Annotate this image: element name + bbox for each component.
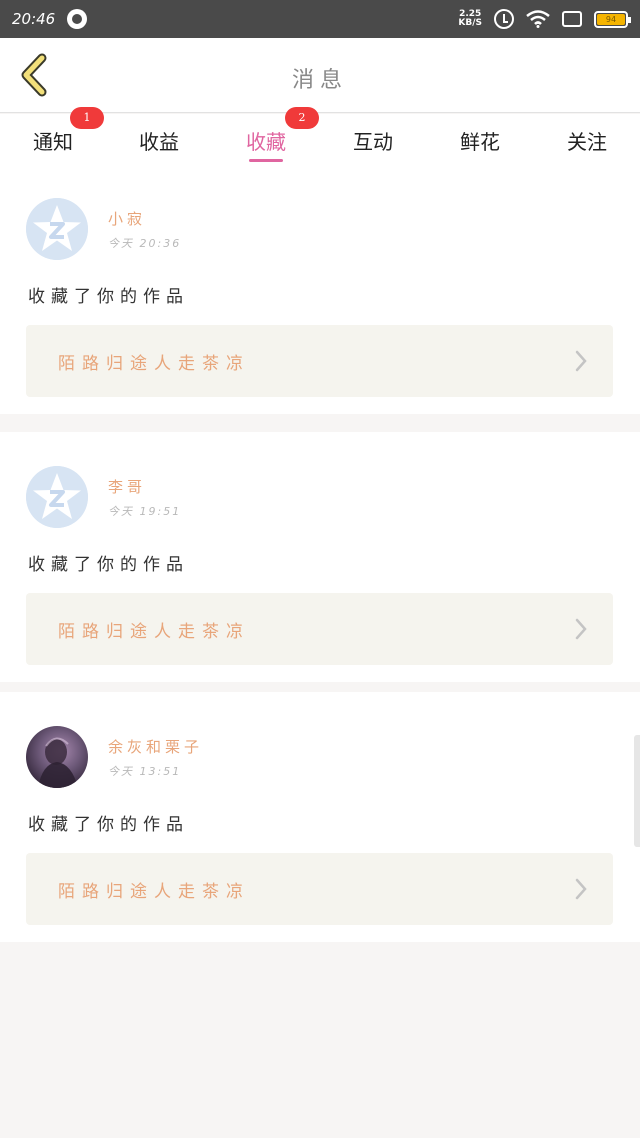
app-header: 消息 [0,38,640,113]
tab-bar: 通知 1 收益 收藏 2 互动 鲜花 关注 [0,107,640,164]
network-speed: 2.25 KB/S [458,10,482,28]
user-photo-icon [38,737,78,788]
work-title: 陌路归途人走茶凉 [58,882,250,902]
chevron-right-icon [575,350,587,372]
wifi-icon [526,10,550,28]
tab-label: 关注 [567,130,607,154]
action-text: 收藏了你的作品 [28,555,189,575]
tab-favorites[interactable]: 收藏 2 [213,107,319,164]
screen-icon [562,11,582,27]
status-bar: 20:46 2.25 KB/S 94 [0,0,640,38]
message-card: 小寂 今天 20:36 收藏了你的作品 陌路归途人走茶凉 [0,164,640,414]
user-name[interactable]: 小寂 [108,208,146,229]
tab-earnings[interactable]: 收益 [106,114,212,164]
scrollbar[interactable] [634,735,640,847]
battery-level: 94 [597,13,625,25]
work-title: 陌路归途人走茶凉 [58,622,250,642]
message-card: 余灰和栗子 今天 13:51 收藏了你的作品 陌路归途人走茶凉 [0,692,640,942]
work-link[interactable]: 陌路归途人走茶凉 [26,593,613,665]
message-card: 李哥 今天 19:51 收藏了你的作品 陌路归途人走茶凉 [0,432,640,682]
page-title: 消息 [291,68,348,93]
user-name[interactable]: 李哥 [108,476,146,497]
tab-flowers[interactable]: 鲜花 [427,114,533,164]
work-link[interactable]: 陌路归途人走茶凉 [26,853,613,925]
avatar[interactable] [26,726,88,788]
tab-label: 鲜花 [460,130,500,154]
network-speed-unit: KB/S [458,18,482,28]
unread-badge: 1 [70,107,104,129]
timestamp: 今天 20:36 [108,237,182,250]
work-title: 陌路归途人走茶凉 [58,354,250,374]
alarm-icon [494,9,514,29]
tab-label: 通知 [33,130,73,154]
tab-following[interactable]: 关注 [534,114,640,164]
status-time: 20:46 [12,10,56,28]
tab-label: 收益 [139,130,179,154]
default-qq-avatar-icon [26,466,88,528]
timestamp: 今天 13:51 [108,765,182,778]
default-qq-avatar-icon [26,198,88,260]
tab-notifications[interactable]: 通知 1 [0,107,106,164]
tab-interactions[interactable]: 互动 [320,114,426,164]
action-text: 收藏了你的作品 [28,287,189,307]
avatar[interactable] [26,198,88,260]
work-link[interactable]: 陌路归途人走茶凉 [26,325,613,397]
unread-badge: 2 [285,107,319,129]
avatar[interactable] [26,466,88,528]
timestamp: 今天 19:51 [108,505,182,518]
app-notification-icon [67,9,88,29]
chevron-right-icon [575,878,587,900]
action-text: 收藏了你的作品 [28,815,189,835]
chevron-right-icon [575,618,587,640]
tab-label: 收藏 [246,130,286,154]
tab-label: 互动 [353,130,393,154]
battery-icon: 94 [594,10,631,28]
user-name[interactable]: 余灰和栗子 [108,736,203,757]
